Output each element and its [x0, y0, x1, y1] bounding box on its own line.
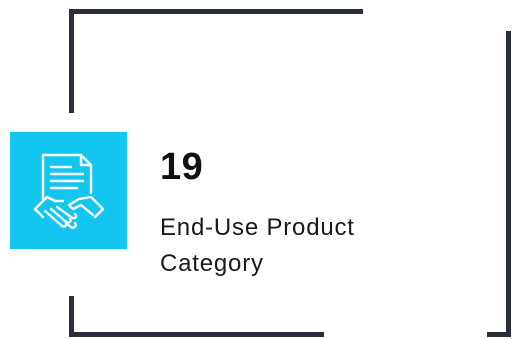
- icon-tile: [10, 132, 127, 249]
- stat-label: End-Use Product Category: [160, 214, 355, 277]
- document-handshake-icon: [33, 153, 104, 229]
- stat-value: 19: [160, 146, 204, 188]
- frame-bottom-line: [69, 332, 324, 337]
- frame-right-line: [506, 31, 511, 337]
- frame-left-top-line: [69, 9, 74, 113]
- frame-top-line: [69, 9, 363, 14]
- frame-bottom-right-line: [487, 332, 511, 337]
- frame-left-bottom-line: [69, 296, 74, 337]
